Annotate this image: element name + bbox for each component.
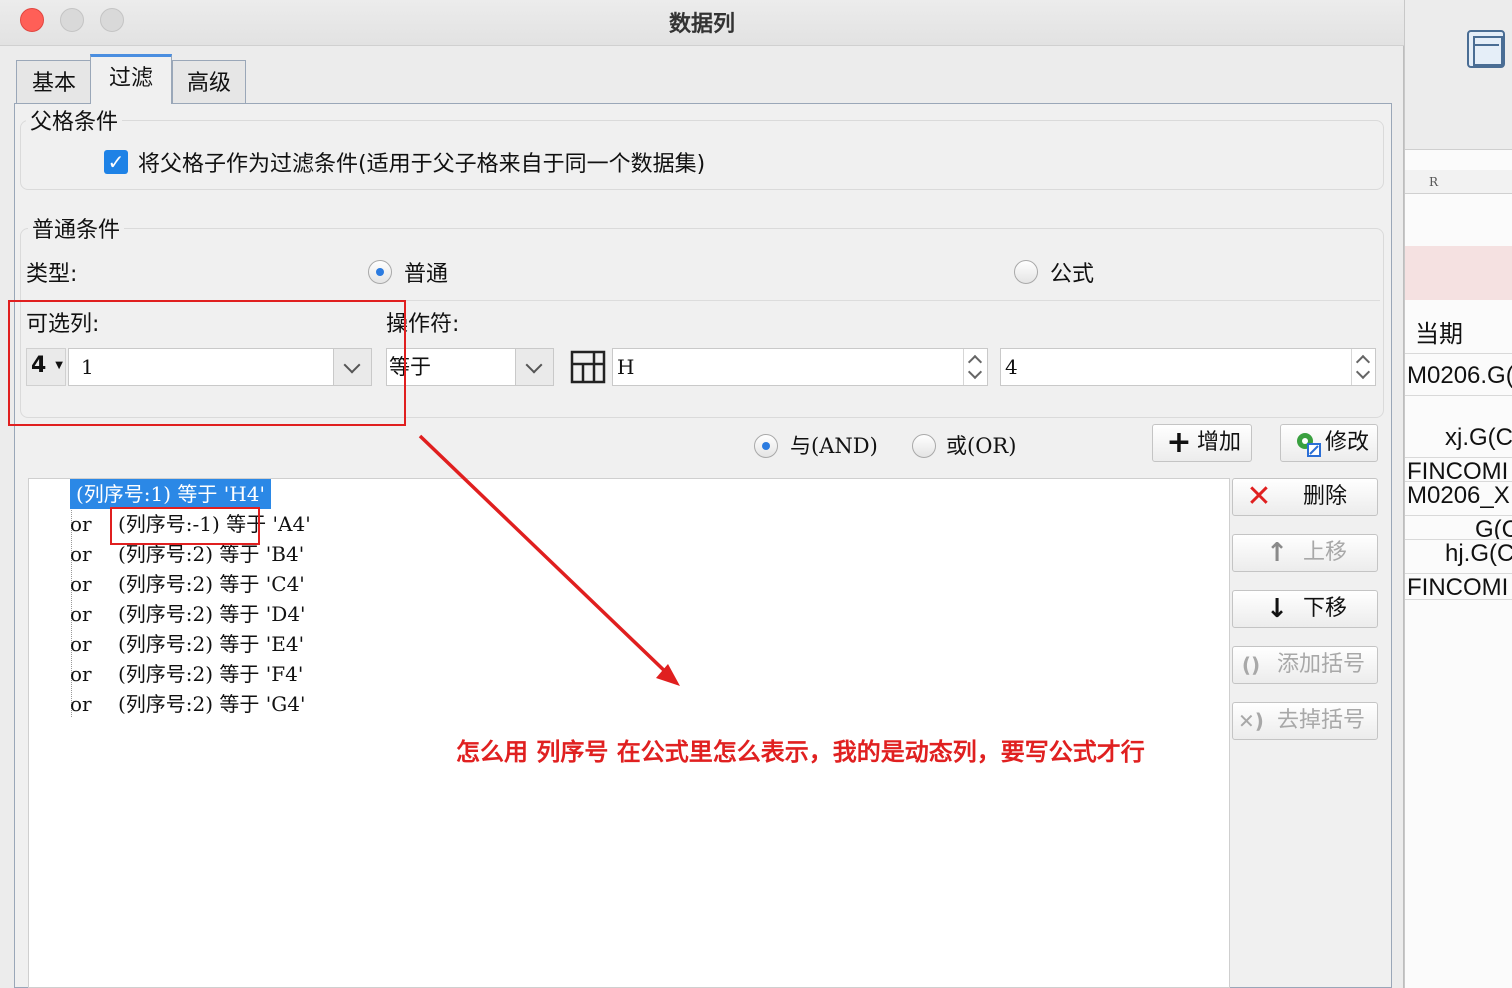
sheet-cell[interactable]: 当期 bbox=[1405, 314, 1512, 354]
delete-x-icon: ✕ bbox=[1246, 479, 1272, 514]
or-radio[interactable] bbox=[912, 434, 936, 458]
highlight-row bbox=[1405, 246, 1512, 300]
tab-basic[interactable]: 基本 bbox=[16, 60, 92, 106]
chevron-down-icon[interactable] bbox=[515, 349, 553, 385]
type-formula-radio[interactable] bbox=[1014, 260, 1038, 284]
type-normal-radio[interactable] bbox=[368, 260, 392, 284]
move-up-button[interactable]: ↑ 上移 bbox=[1232, 534, 1378, 572]
modify-button[interactable]: 修改 bbox=[1280, 424, 1378, 462]
title-bar: 数据列 bbox=[0, 0, 1404, 46]
cell-column-value: H bbox=[617, 355, 635, 379]
annotation-box-index bbox=[110, 507, 260, 545]
tab-filter[interactable]: 过滤 bbox=[90, 54, 172, 104]
parent-condition-title: 父格条件 bbox=[26, 104, 123, 136]
annotation-arrow bbox=[418, 434, 680, 686]
operator-select[interactable]: 等于 bbox=[386, 348, 554, 386]
parent-filter-checkbox[interactable]: ✓ bbox=[104, 150, 128, 174]
parent-filter-label: 将父格子作为过滤条件(适用于父子格来自于同一个数据集) bbox=[138, 152, 706, 177]
tab-advanced[interactable]: 高级 bbox=[172, 60, 246, 106]
normal-condition-title: 普通条件 bbox=[28, 212, 125, 244]
row-spinner[interactable] bbox=[1351, 349, 1375, 385]
and-label: 与(AND) bbox=[790, 434, 878, 458]
bracket-icon: () bbox=[1241, 653, 1261, 677]
column-spinner[interactable] bbox=[963, 349, 987, 385]
sheet-cell[interactable]: G(C bbox=[1405, 516, 1512, 540]
tree-row[interactable]: or (列序号:2) 等于 'F4' bbox=[70, 659, 303, 689]
or-label: 或(OR) bbox=[946, 434, 1017, 458]
tree-row[interactable]: or (列序号:2) 等于 'D4' bbox=[70, 599, 306, 629]
sheet-cell[interactable]: M0206.G( bbox=[1405, 362, 1512, 396]
remove-bracket-button[interactable]: ✕) 去掉括号 bbox=[1232, 702, 1378, 740]
tree-row[interactable]: or (列序号:2) 等于 'C4' bbox=[70, 569, 305, 599]
cell-column-field[interactable]: H bbox=[612, 348, 988, 386]
column-header: R bbox=[1405, 170, 1512, 194]
sheet-toolbar bbox=[1405, 0, 1512, 150]
tree-row[interactable]: (列序号:1) 等于 'H4' bbox=[70, 479, 271, 509]
data-column-dialog: 数据列 基本 过滤 高级 父格条件 ✓ 将父格子作为过滤条件(适用于父子格来自于… bbox=[0, 0, 1404, 988]
delete-button[interactable]: ✕ 删除 bbox=[1232, 478, 1378, 516]
cell-row-value: 4 bbox=[1005, 355, 1018, 379]
remove-bracket-icon: ✕) bbox=[1238, 709, 1264, 733]
sheet-cell[interactable]: FINCOMI bbox=[1405, 574, 1512, 600]
annotation-text: 怎么用 列序号 在公式里怎么表示，我的是动态列，要写公式才行 bbox=[456, 738, 1145, 766]
arrow-down-icon: ↓ bbox=[1266, 594, 1288, 624]
cell-row-field[interactable]: 4 bbox=[1000, 348, 1376, 386]
add-bracket-button[interactable]: () 添加括号 bbox=[1232, 646, 1378, 684]
and-radio[interactable] bbox=[754, 434, 778, 458]
move-down-button[interactable]: ↓ 下移 bbox=[1232, 590, 1378, 628]
dialog-title: 数据列 bbox=[668, 12, 735, 37]
sheet-cell[interactable]: FINCOMI bbox=[1405, 458, 1512, 482]
type-label: 类型: bbox=[26, 262, 78, 287]
type-formula-label: 公式 bbox=[1050, 262, 1095, 287]
add-button[interactable]: + 增加 bbox=[1152, 424, 1252, 462]
spreadsheet-background: R 当期 M0206.G( xj.G(C FINCOMI M0206_X G(C… bbox=[1404, 0, 1512, 988]
gear-edit-icon bbox=[1291, 425, 1323, 461]
layout-icon[interactable] bbox=[1467, 30, 1505, 68]
arrow-up-icon: ↑ bbox=[1266, 538, 1288, 568]
type-normal-label: 普通 bbox=[404, 262, 449, 287]
sheet-cell[interactable]: xj.G(C bbox=[1405, 424, 1512, 458]
annotation-box-column bbox=[8, 300, 406, 426]
cell-picker-icon[interactable] bbox=[570, 350, 606, 384]
sheet-cell[interactable]: hj.G(C bbox=[1405, 540, 1512, 574]
tree-row[interactable]: or (列序号:2) 等于 'G4' bbox=[70, 689, 305, 719]
sheet-cell[interactable]: M0206_X bbox=[1405, 482, 1512, 516]
tree-row[interactable]: or (列序号:2) 等于 'E4' bbox=[70, 629, 304, 659]
plus-icon: + bbox=[1166, 425, 1192, 460]
